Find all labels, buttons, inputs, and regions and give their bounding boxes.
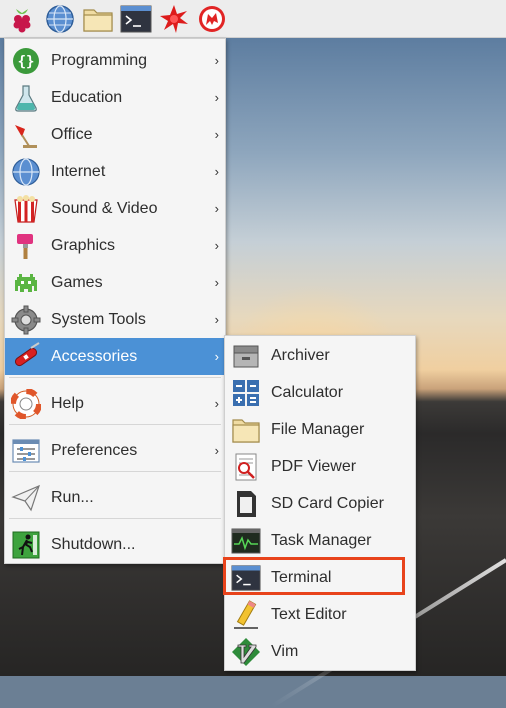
menu-item-education[interactable]: Education › [5, 79, 225, 116]
games-icon [9, 266, 43, 300]
file-manager-button[interactable] [82, 3, 114, 35]
submenu-item-label: PDF Viewer [271, 457, 357, 475]
submenu-item-label: Task Manager [271, 531, 372, 549]
submenu-arrow-icon: › [214, 349, 219, 364]
menu-divider [9, 471, 221, 472]
submenu-item-vim[interactable]: Vim [225, 633, 415, 670]
submenu-arrow-icon: › [214, 90, 219, 105]
vim-icon [229, 635, 263, 669]
accessories-submenu: Archiver Calculator File Manager PDF Vie… [224, 335, 416, 671]
submenu-arrow-icon: › [214, 312, 219, 327]
task-manager-icon [229, 524, 263, 558]
run-icon [9, 481, 43, 515]
submenu-arrow-icon: › [214, 275, 219, 290]
submenu-item-file-manager[interactable]: File Manager [225, 411, 415, 448]
menu-item-programming[interactable]: {} Programming › [5, 42, 225, 79]
submenu-item-terminal[interactable]: Terminal [225, 559, 415, 596]
calculator-icon [229, 376, 263, 410]
menu-item-help[interactable]: Help › [5, 385, 225, 422]
submenu-item-label: Vim [271, 642, 299, 660]
menu-item-label: System Tools [51, 310, 146, 328]
web-browser-button[interactable] [44, 3, 76, 35]
submenu-arrow-icon: › [214, 238, 219, 253]
submenu-item-pdf-viewer[interactable]: PDF Viewer [225, 448, 415, 485]
submenu-item-text-editor[interactable]: Text Editor [225, 596, 415, 633]
submenu-item-label: Archiver [271, 346, 330, 364]
programming-icon: {} [9, 44, 43, 78]
menu-item-label: Games [51, 273, 103, 291]
submenu-arrow-icon: › [214, 127, 219, 142]
submenu-item-task-manager[interactable]: Task Manager [225, 522, 415, 559]
file-manager-icon [229, 413, 263, 447]
internet-icon [9, 155, 43, 189]
wolfram-icon [199, 5, 225, 32]
submenu-item-label: Text Editor [271, 605, 347, 623]
sd-card-copier-icon [229, 487, 263, 521]
menu-divider [9, 424, 221, 425]
terminal-icon [120, 5, 152, 32]
menu-divider [9, 518, 221, 519]
menu-item-graphics[interactable]: Graphics › [5, 227, 225, 264]
submenu-item-label: Calculator [271, 383, 344, 401]
raspberry-pi-menu-icon [13, 8, 31, 32]
mathematica-icon [160, 4, 188, 33]
text-editor-icon [229, 598, 263, 632]
submenu-item-sd-card-copier[interactable]: SD Card Copier [225, 485, 415, 522]
menu-item-label: Internet [51, 162, 106, 180]
shutdown-icon [9, 528, 43, 562]
submenu-arrow-icon: › [214, 396, 219, 411]
menu-item-label: Education [51, 88, 123, 106]
help-icon [9, 387, 43, 421]
system-tools-icon [9, 303, 43, 337]
menu-item-internet[interactable]: Internet › [5, 153, 225, 190]
menu-item-shutdown[interactable]: Shutdown... [5, 526, 225, 563]
education-icon [9, 81, 43, 115]
submenu-item-archiver[interactable]: Archiver [225, 337, 415, 374]
top-panel [0, 0, 506, 38]
graphics-icon [9, 229, 43, 263]
accessories-icon [9, 340, 43, 374]
preferences-icon [9, 434, 43, 468]
terminal-button[interactable] [120, 3, 152, 35]
mathematica-button[interactable] [158, 3, 190, 35]
menu-item-games[interactable]: Games › [5, 264, 225, 301]
submenu-arrow-icon: › [214, 201, 219, 216]
submenu-item-label: Terminal [271, 568, 332, 586]
raspberry-pi-menu-button[interactable] [6, 3, 38, 35]
menu-item-label: Office [51, 125, 93, 143]
svg-text:{}: {} [18, 54, 35, 70]
submenu-item-calculator[interactable]: Calculator [225, 374, 415, 411]
submenu-item-label: SD Card Copier [271, 494, 384, 512]
menu-item-sound-video[interactable]: Sound & Video › [5, 190, 225, 227]
menu-item-run[interactable]: Run... [5, 479, 225, 516]
menu-item-label: Run... [51, 488, 94, 506]
main-menu: {} Programming › Education › Office › In… [4, 38, 226, 564]
sound-video-icon [9, 192, 43, 226]
menu-divider [9, 377, 221, 378]
submenu-arrow-icon: › [214, 443, 219, 458]
file-manager-icon [83, 8, 113, 32]
menu-item-preferences[interactable]: Preferences › [5, 432, 225, 469]
submenu-arrow-icon: › [214, 53, 219, 68]
menu-item-accessories[interactable]: Accessories › [5, 338, 225, 375]
pdf-viewer-icon [229, 450, 263, 484]
submenu-item-label: File Manager [271, 420, 365, 438]
menu-item-label: Graphics [51, 236, 116, 254]
archiver-icon [229, 339, 263, 373]
wolfram-button[interactable] [196, 3, 228, 35]
menu-item-label: Sound & Video [51, 199, 158, 217]
office-icon [9, 118, 43, 152]
terminal-icon [229, 561, 263, 595]
menu-item-office[interactable]: Office › [5, 116, 225, 153]
menu-item-label: Help [51, 394, 84, 412]
menu-item-label: Preferences [51, 441, 138, 459]
menu-item-label: Shutdown... [51, 535, 136, 553]
menu-item-label: Programming [51, 51, 148, 69]
web-browser-icon [46, 4, 74, 33]
menu-item-label: Accessories [51, 347, 138, 365]
submenu-arrow-icon: › [214, 164, 219, 179]
menu-item-system-tools[interactable]: System Tools › [5, 301, 225, 338]
